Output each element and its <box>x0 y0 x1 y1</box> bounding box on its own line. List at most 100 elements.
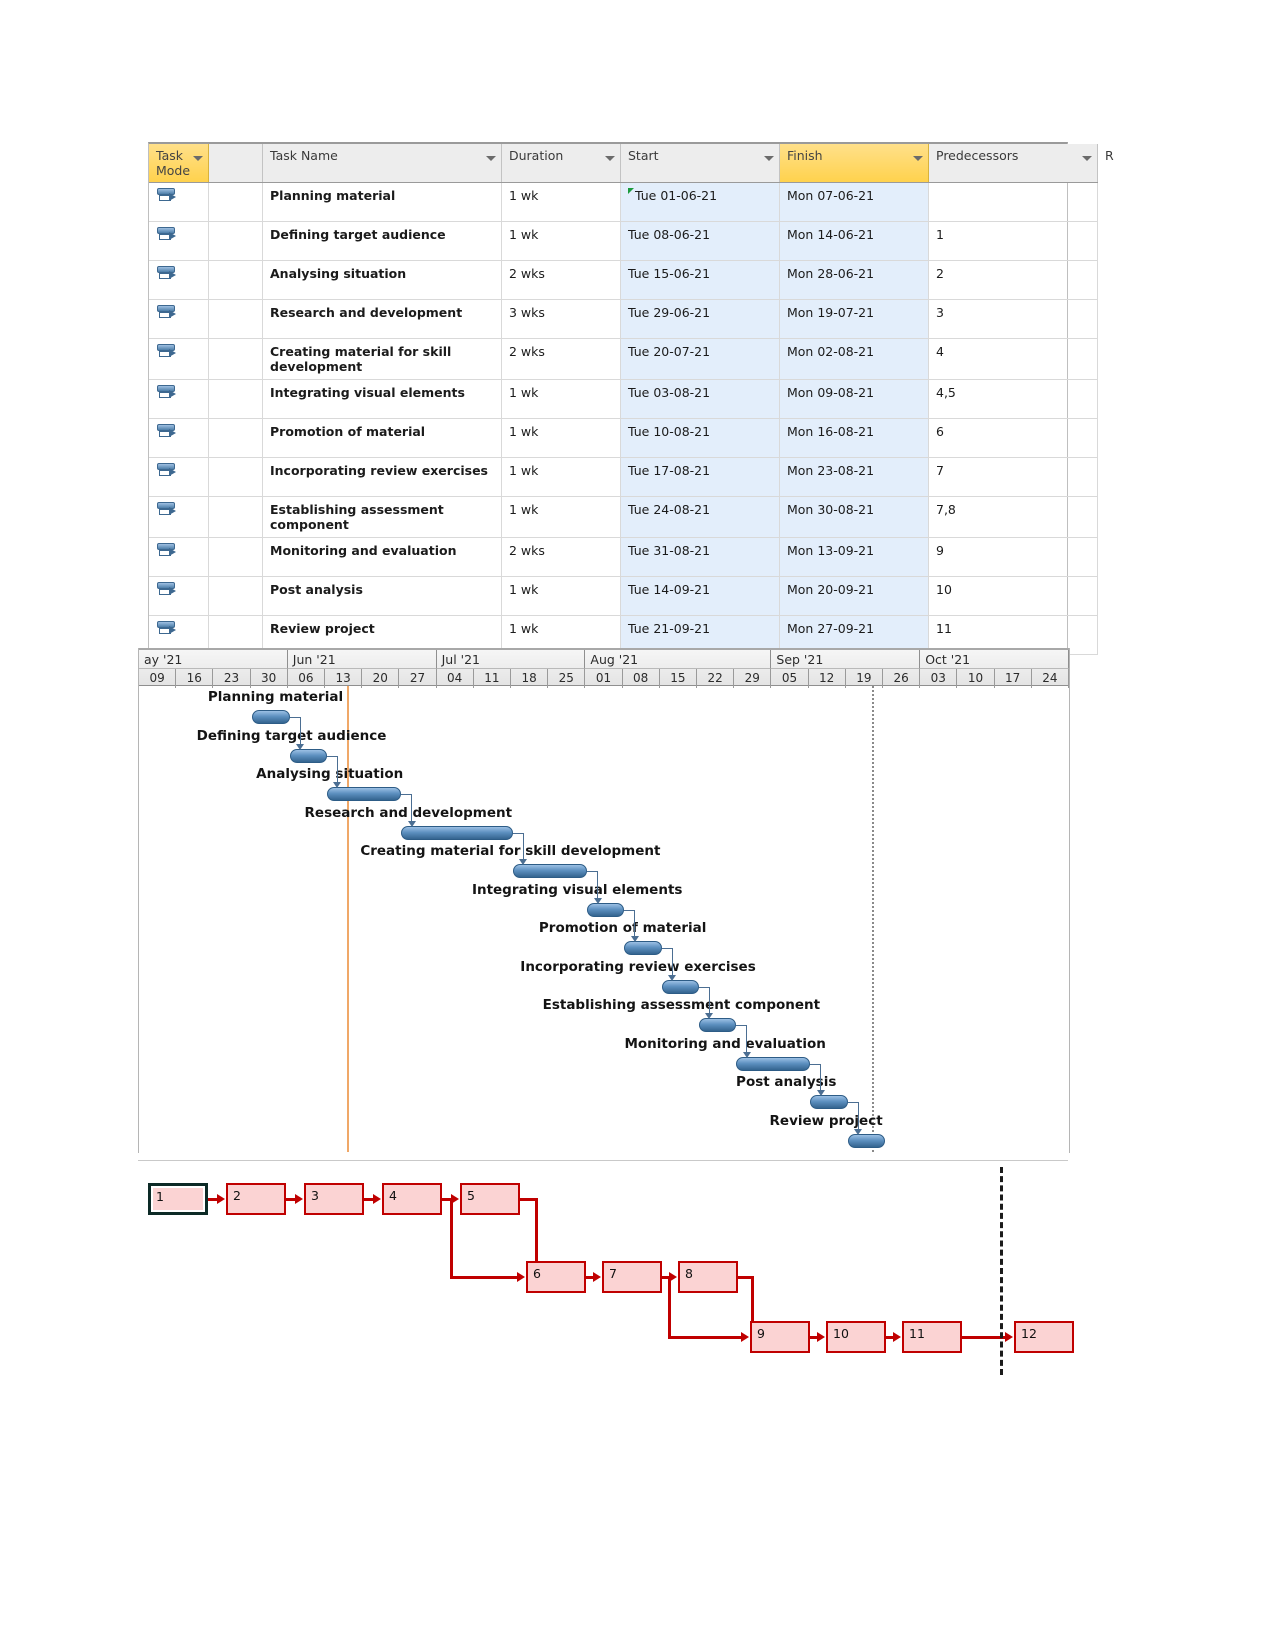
cell-predecessors[interactable]: 7,8 <box>928 496 1098 538</box>
network-node[interactable]: 8 <box>678 1261 738 1293</box>
chevron-down-icon[interactable] <box>486 156 496 161</box>
cell-start-date[interactable]: Tue 14-09-21 <box>620 576 780 616</box>
cell-duration[interactable]: 1 wk <box>501 182 621 222</box>
cell-finish-date[interactable]: Mon 07-06-21 <box>779 182 929 222</box>
cell-task-name[interactable]: Post analysis <box>262 576 502 616</box>
cell-task-mode[interactable] <box>149 299 209 339</box>
network-node[interactable]: 7 <box>602 1261 662 1293</box>
network-node[interactable]: 5 <box>460 1183 520 1215</box>
cell-duration[interactable]: 1 wk <box>501 221 621 261</box>
cell-predecessors[interactable]: 10 <box>928 576 1098 616</box>
network-node[interactable]: 6 <box>526 1261 586 1293</box>
cell-duration[interactable]: 1 wk <box>501 457 621 497</box>
gantt-task-bar[interactable] <box>698 1018 737 1032</box>
cell-duration[interactable]: 1 wk <box>501 379 621 419</box>
gantt-task-bar[interactable] <box>326 787 402 801</box>
gantt-task-bar[interactable] <box>847 1133 885 1148</box>
chevron-down-icon[interactable] <box>193 156 203 161</box>
column-header-task-name[interactable]: Task Name <box>262 144 502 183</box>
cell-task-mode[interactable] <box>149 182 209 222</box>
cell-duration[interactable]: 1 wk <box>501 576 621 616</box>
cell-start-date[interactable]: Tue 24-08-21 <box>620 496 780 538</box>
cell-predecessors[interactable]: 3 <box>928 299 1098 339</box>
cell-start-date[interactable]: Tue 29-06-21 <box>620 299 780 339</box>
table-row[interactable]: Defining target audience 1 wk Tue 08-06-21… <box>149 221 1098 261</box>
gantt-chart[interactable]: ay '21 Jun '21 Jul '21 Aug '21 Sep '21 Oct '2… <box>138 648 1070 1153</box>
cell-finish-date[interactable]: Mon 19-07-21 <box>779 299 929 339</box>
network-node[interactable]: 2 <box>226 1183 286 1215</box>
cell-task-name[interactable]: Integrating visual elements <box>262 379 502 419</box>
column-header-finish[interactable]: Finish <box>779 144 929 183</box>
cell-task-name[interactable]: Research and development <box>262 299 502 339</box>
column-header-indicators[interactable] <box>208 144 263 183</box>
cell-duration[interactable]: 2 wks <box>501 537 621 577</box>
cell-predecessors[interactable]: 2 <box>928 260 1098 300</box>
cell-task-mode[interactable] <box>149 221 209 261</box>
table-row[interactable]: Post analysis 1 wk Tue 14-09-21 Mon 20-09-2… <box>149 576 1098 616</box>
table-row[interactable]: Incorporating review exercises 1 wk Tue 17… <box>149 457 1098 497</box>
gantt-task-bar[interactable] <box>512 864 588 878</box>
cell-finish-date[interactable]: Mon 02-08-21 <box>779 338 929 380</box>
cell-predecessors[interactable]: 4,5 <box>928 379 1098 419</box>
cell-start-date[interactable]: Tue 31-08-21 <box>620 537 780 577</box>
cell-predecessors[interactable] <box>928 182 1098 222</box>
table-row[interactable]: Analysing situation 2 wks Tue 15-06-21 Mon … <box>149 260 1098 300</box>
cell-predecessors[interactable]: 7 <box>928 457 1098 497</box>
chevron-down-icon[interactable] <box>764 156 774 161</box>
cell-task-mode[interactable] <box>149 457 209 497</box>
cell-task-name[interactable]: Establishing assessment component <box>262 496 502 538</box>
network-node[interactable]: 4 <box>382 1183 442 1215</box>
cell-task-name[interactable]: Promotion of material <box>262 418 502 458</box>
gantt-task-bar[interactable] <box>624 941 662 955</box>
cell-duration[interactable]: 1 wk <box>501 496 621 538</box>
task-table[interactable]: Task Mode Task Name Duration Start Finis… <box>148 142 1114 656</box>
cell-task-mode[interactable] <box>149 379 209 419</box>
cell-duration[interactable]: 1 wk <box>501 418 621 458</box>
cell-finish-date[interactable]: Mon 28-06-21 <box>779 260 929 300</box>
cell-finish-date[interactable]: Mon 09-08-21 <box>779 379 929 419</box>
cell-start-date[interactable]: Tue 08-06-21 <box>620 221 780 261</box>
gantt-task-bar[interactable] <box>661 979 699 994</box>
network-diagram[interactable]: 1 2 3 4 5 6 7 8 9 10 11 12 <box>138 1160 1074 1381</box>
gantt-task-bar[interactable] <box>289 748 327 763</box>
cell-duration[interactable]: 2 wks <box>501 338 621 380</box>
cell-task-mode[interactable] <box>149 260 209 300</box>
network-node[interactable]: 12 <box>1014 1321 1074 1353</box>
cell-task-name[interactable]: Incorporating review exercises <box>262 457 502 497</box>
cell-finish-date[interactable]: Mon 23-08-21 <box>779 457 929 497</box>
cell-start-date[interactable]: Tue 17-08-21 <box>620 457 780 497</box>
cell-start-date[interactable]: Tue 20-07-21 <box>620 338 780 380</box>
cell-predecessors[interactable]: 4 <box>928 338 1098 380</box>
network-node[interactable]: 11 <box>902 1321 962 1353</box>
cell-start-date[interactable]: Tue 15-06-21 <box>620 260 780 300</box>
cell-task-name[interactable]: Creating material for skill development <box>262 338 502 380</box>
table-row[interactable]: Monitoring and evaluation 2 wks Tue 31-08-… <box>149 537 1098 577</box>
chevron-down-icon[interactable] <box>913 156 923 161</box>
cell-duration[interactable]: 2 wks <box>501 260 621 300</box>
cell-task-name[interactable]: Defining target audience <box>262 221 502 261</box>
chevron-down-icon[interactable] <box>605 156 615 161</box>
cell-task-mode[interactable] <box>149 496 209 538</box>
gantt-task-bar[interactable] <box>587 902 625 917</box>
gantt-task-bar[interactable] <box>401 825 513 840</box>
cell-start-date[interactable]: Tue 01-06-21 <box>620 182 780 222</box>
column-header-task-mode[interactable]: Task Mode <box>149 144 209 183</box>
cell-task-mode[interactable] <box>149 576 209 616</box>
network-node[interactable]: 1 <box>148 1183 208 1215</box>
cell-start-date[interactable]: Tue 10-08-21 <box>620 418 780 458</box>
gantt-task-bar[interactable] <box>252 710 290 724</box>
cell-task-mode[interactable] <box>149 537 209 577</box>
cell-finish-date[interactable]: Mon 14-06-21 <box>779 221 929 261</box>
network-node[interactable]: 10 <box>826 1321 886 1353</box>
cell-task-name[interactable]: Analysing situation <box>262 260 502 300</box>
cell-finish-date[interactable]: Mon 16-08-21 <box>779 418 929 458</box>
table-row[interactable]: Creating material for skill development 2… <box>149 338 1098 380</box>
cell-finish-date[interactable]: Mon 30-08-21 <box>779 496 929 538</box>
cell-predecessors[interactable]: 1 <box>928 221 1098 261</box>
cell-task-mode[interactable] <box>149 338 209 380</box>
cell-finish-date[interactable]: Mon 13-09-21 <box>779 537 929 577</box>
table-row[interactable]: Integrating visual elements 1 wk Tue 03-08… <box>149 379 1098 419</box>
gantt-task-bar[interactable] <box>736 1056 811 1071</box>
cell-duration[interactable]: 3 wks <box>501 299 621 339</box>
column-header-start[interactable]: Start <box>620 144 780 183</box>
